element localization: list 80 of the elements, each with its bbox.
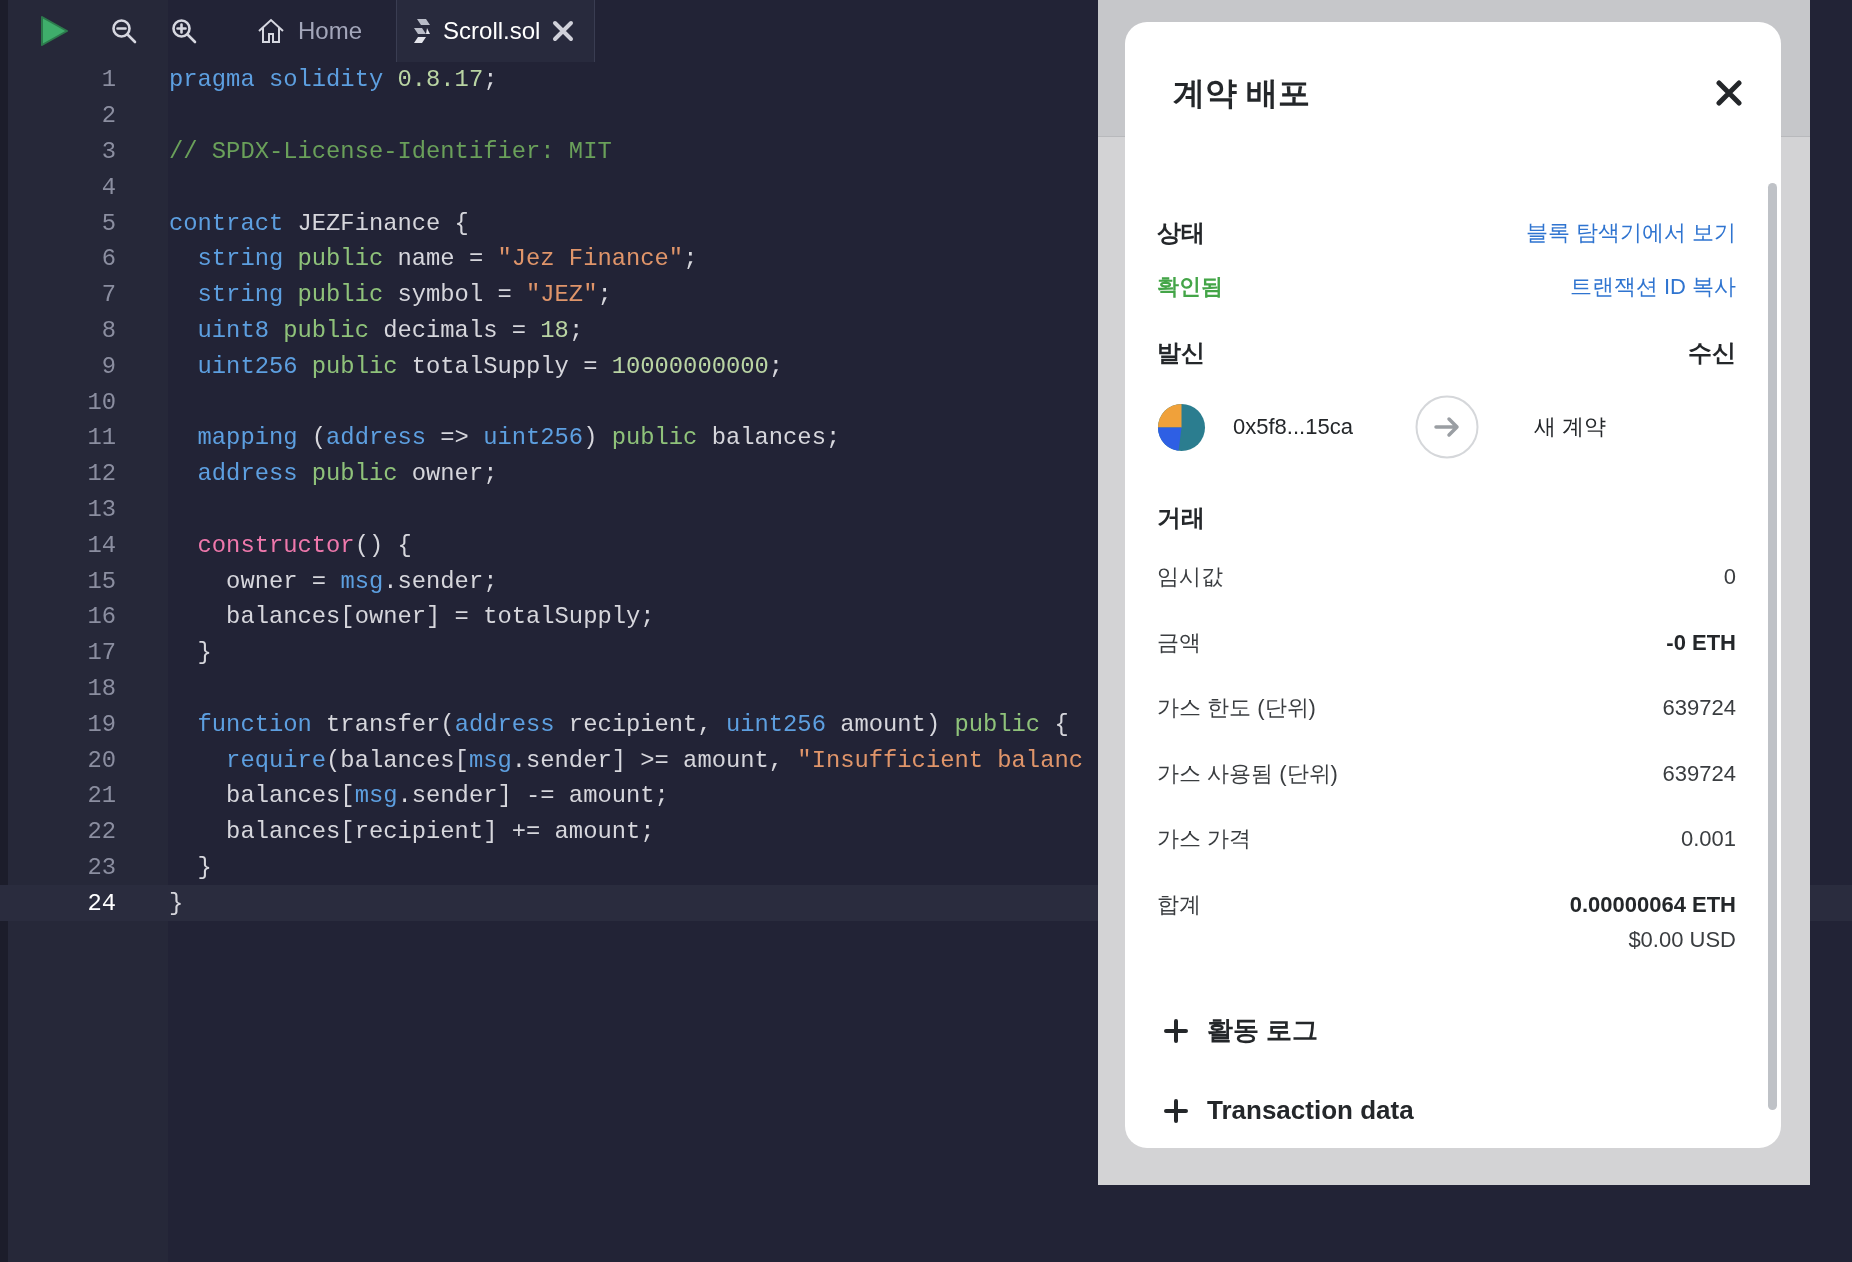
detail-value: 639724 (1662, 694, 1736, 723)
recipient-text: 새 계약 (1534, 413, 1607, 441)
code-line: pragma solidity 0.8.17; (169, 66, 498, 94)
line-number: 21 (86, 782, 116, 810)
line-number: 11 (86, 424, 116, 452)
line-number: 23 (86, 853, 116, 881)
detail-value: 0 (1723, 563, 1736, 591)
code-line: } (169, 889, 184, 917)
explorer-link[interactable]: 블록 탐색기에서 보기 (1525, 218, 1736, 248)
code-line: constructor() { (196, 531, 412, 559)
line-number: 19 (86, 710, 116, 738)
line-number: 12 (86, 460, 116, 488)
sender-address: 0x5f8...15ca (1233, 414, 1354, 440)
line-number: 22 (86, 818, 116, 846)
line-number: 24 (86, 889, 116, 917)
detail-label: 금액 (1157, 628, 1201, 657)
code-line: } (196, 639, 212, 667)
line-number: 5 (100, 209, 116, 237)
scrollbar[interactable] (1768, 183, 1777, 1110)
detail-value: -0 ETH (1666, 628, 1736, 657)
line-number: 9 (100, 352, 116, 380)
section-heading: 상태 (1157, 218, 1205, 248)
fiat-value: $0.00 USD (1628, 925, 1736, 954)
code-line: require(balances[msg.sender] >= amount, "Insufficient balanc (225, 746, 1083, 774)
detail-value: 639724 (1662, 759, 1736, 788)
code-line: owner = msg.sender; (225, 567, 498, 595)
line-number: 18 (86, 674, 116, 702)
line-number: 16 (86, 603, 116, 631)
code-line: balances[msg.sender] -= amount; (225, 782, 669, 810)
editor-tab[interactable]: Home (230, 0, 383, 62)
close-icon[interactable] (1716, 80, 1742, 106)
line-number: 7 (100, 281, 116, 309)
home-icon (256, 16, 286, 46)
plus-icon (1163, 1017, 1189, 1044)
expand-section[interactable]: Transaction data (1157, 1075, 1414, 1146)
detail-label: 가스 사용됨 (단위) (1157, 759, 1338, 788)
line-number: 2 (100, 102, 116, 130)
detail-label: 가스 한도 (단위) (1157, 694, 1316, 723)
zoom-in-icon[interactable] (170, 17, 198, 45)
line-number: 6 (100, 245, 116, 273)
code-line: mapping (address => uint256) public balances; (196, 424, 841, 452)
code-line: function transfer(address recipient, uint256 amount) public { (196, 710, 1069, 738)
detail-label: 합계 (1157, 890, 1201, 919)
code-line: address public owner; (196, 460, 498, 488)
code-line: contract JEZFinance { (169, 209, 469, 237)
line-number: 1 (100, 66, 116, 94)
run-button[interactable] (38, 14, 70, 48)
detail-label: 임시값 (1157, 563, 1223, 591)
code-line: balances[owner] = totalSupply; (225, 603, 655, 631)
section-heading: 거래 (1157, 504, 1205, 531)
editor-tab[interactable]: Scroll.sol (396, 0, 596, 62)
plus-icon (1163, 1097, 1189, 1124)
detail-value: 0.00000064 ETH (1569, 890, 1736, 919)
line-number: 20 (86, 746, 116, 774)
line-number: 10 (86, 388, 116, 416)
code-line: string public name = "Jez Finance"; (196, 245, 698, 273)
code-line: // SPDX-License-Identifier: MIT (169, 138, 612, 165)
line-number: 15 (86, 567, 116, 595)
avatar-icon (1157, 402, 1206, 452)
line-number: 17 (86, 639, 116, 667)
section-heading: 수신 (1688, 338, 1736, 368)
line-number: 4 (100, 173, 116, 201)
dialog-title: 계약 배포 (1173, 74, 1310, 112)
detail-label: 가스 가격 (1157, 825, 1252, 854)
detail-value: 0.001 (1680, 825, 1736, 854)
code-line: balances[recipient] += amount; (225, 818, 655, 846)
expand-section[interactable]: 활동 로그 (1157, 995, 1319, 1066)
code-line: string public symbol = "JEZ"; (196, 281, 612, 309)
line-number: 3 (100, 138, 116, 165)
code-line: uint256 public totalSupply = 10000000000; (196, 352, 784, 380)
section-heading: 발신 (1157, 338, 1205, 368)
zoom-out-icon[interactable] (110, 17, 138, 45)
line-number: 14 (86, 531, 116, 559)
code-line: } (196, 853, 212, 881)
copy-link[interactable]: 트랜잭션 ID 복사 (1569, 272, 1736, 302)
file-icon (413, 18, 432, 44)
line-number: 8 (100, 316, 116, 344)
line-number: 13 (86, 495, 116, 523)
status-text: 확인됨 (1157, 273, 1223, 301)
code-line: uint8 public decimals = 18; (196, 316, 584, 344)
